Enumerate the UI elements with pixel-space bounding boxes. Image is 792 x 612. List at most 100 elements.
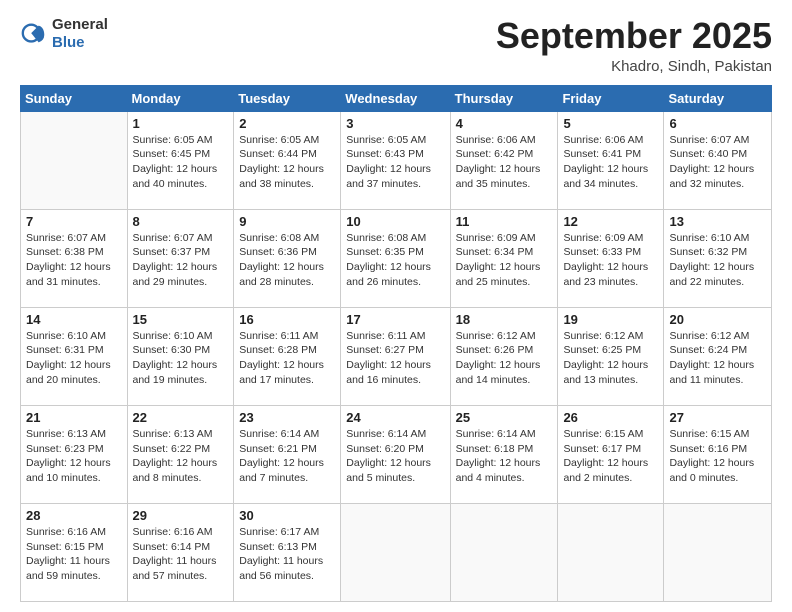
table-row: [341, 503, 450, 601]
table-row: 1Sunrise: 6:05 AM Sunset: 6:45 PM Daylig…: [127, 111, 234, 209]
table-row: [664, 503, 772, 601]
table-row: 15Sunrise: 6:10 AM Sunset: 6:30 PM Dayli…: [127, 307, 234, 405]
day-number: 9: [239, 214, 335, 229]
day-number: 2: [239, 116, 335, 131]
calendar-header-row: Sunday Monday Tuesday Wednesday Thursday…: [21, 85, 772, 111]
day-info: Sunrise: 6:14 AM Sunset: 6:20 PM Dayligh…: [346, 427, 444, 486]
table-row: 19 Sunrise: 6:12 AM Sunset: 6:25 PM Dayli…: [558, 307, 664, 405]
table-row: 28Sunrise: 6:16 AM Sunset: 6:15 PM Dayli…: [21, 503, 128, 601]
day-info: Sunrise: 6:12 AM Sunset: 6:26 PM Dayligh…: [456, 329, 553, 388]
table-row: 18 Sunrise: 6:12 AM Sunset: 6:26 PM Dayli…: [450, 307, 558, 405]
day-info: Sunrise: 6:10 AM Sunset: 6:32 PM Dayligh…: [669, 231, 766, 290]
table-row: 23Sunrise: 6:14 AM Sunset: 6:21 PM Dayli…: [234, 405, 341, 503]
table-row: 8 Sunrise: 6:07 AM Sunset: 6:37 PM Daylig…: [127, 209, 234, 307]
day-info: Sunrise: 6:12 AM Sunset: 6:25 PM Dayligh…: [563, 329, 658, 388]
table-row: [21, 111, 128, 209]
day-number: 7: [26, 214, 122, 229]
day-number: 24: [346, 410, 444, 425]
table-row: 27Sunrise: 6:15 AM Sunset: 6:16 PM Dayli…: [664, 405, 772, 503]
day-number: 22: [133, 410, 229, 425]
day-info: Sunrise: 6:08 AM Sunset: 6:35 PM Dayligh…: [346, 231, 444, 290]
logo-general: General: [52, 16, 108, 33]
col-wednesday: Wednesday: [341, 85, 450, 111]
day-info: Sunrise: 6:10 AM Sunset: 6:31 PM Dayligh…: [26, 329, 122, 388]
table-row: 20Sunrise: 6:12 AM Sunset: 6:24 PM Dayli…: [664, 307, 772, 405]
table-row: 17Sunrise: 6:11 AM Sunset: 6:27 PM Dayli…: [341, 307, 450, 405]
day-info: Sunrise: 6:16 AM Sunset: 6:15 PM Dayligh…: [26, 525, 122, 584]
day-number: 5: [563, 116, 658, 131]
day-info: Sunrise: 6:16 AM Sunset: 6:14 PM Dayligh…: [133, 525, 229, 584]
col-tuesday: Tuesday: [234, 85, 341, 111]
day-number: 25: [456, 410, 553, 425]
col-thursday: Thursday: [450, 85, 558, 111]
day-number: 8: [133, 214, 229, 229]
table-row: 16 Sunrise: 6:11 AM Sunset: 6:28 PM Dayli…: [234, 307, 341, 405]
col-sunday: Sunday: [21, 85, 128, 111]
day-info: Sunrise: 6:06 AM Sunset: 6:42 PM Dayligh…: [456, 133, 553, 192]
day-info: Sunrise: 6:12 AM Sunset: 6:24 PM Dayligh…: [669, 329, 766, 388]
day-number: 27: [669, 410, 766, 425]
day-info: Sunrise: 6:13 AM Sunset: 6:22 PM Dayligh…: [133, 427, 229, 486]
table-row: 11 Sunrise: 6:09 AM Sunset: 6:34 PM Dayli…: [450, 209, 558, 307]
logo-icon: [20, 20, 48, 48]
day-number: 3: [346, 116, 444, 131]
table-row: 29 Sunrise: 6:16 AM Sunset: 6:14 PM Dayli…: [127, 503, 234, 601]
day-number: 11: [456, 214, 553, 229]
day-info: Sunrise: 6:06 AM Sunset: 6:41 PM Dayligh…: [563, 133, 658, 192]
day-info: Sunrise: 6:17 AM Sunset: 6:13 PM Dayligh…: [239, 525, 335, 584]
day-number: 14: [26, 312, 122, 327]
header: General Blue September 2025 Khadro, Sind…: [20, 16, 772, 75]
table-row: 26Sunrise: 6:15 AM Sunset: 6:17 PM Dayli…: [558, 405, 664, 503]
day-number: 18: [456, 312, 553, 327]
table-row: 9 Sunrise: 6:08 AM Sunset: 6:36 PM Daylig…: [234, 209, 341, 307]
day-number: 16: [239, 312, 335, 327]
day-number: 12: [563, 214, 658, 229]
day-number: 19: [563, 312, 658, 327]
day-number: 6: [669, 116, 766, 131]
month-title: September 2025: [496, 16, 772, 56]
day-number: 30: [239, 508, 335, 523]
location: Khadro, Sindh, Pakistan: [496, 58, 772, 75]
table-row: 13 Sunrise: 6:10 AM Sunset: 6:32 PM Dayli…: [664, 209, 772, 307]
day-info: Sunrise: 6:05 AM Sunset: 6:43 PM Dayligh…: [346, 133, 444, 192]
day-number: 4: [456, 116, 553, 131]
day-info: Sunrise: 6:11 AM Sunset: 6:27 PM Dayligh…: [346, 329, 444, 388]
table-row: 25 Sunrise: 6:14 AM Sunset: 6:18 PM Dayli…: [450, 405, 558, 503]
table-row: 5 Sunrise: 6:06 AM Sunset: 6:41 PM Daylig…: [558, 111, 664, 209]
table-row: 10 Sunrise: 6:08 AM Sunset: 6:35 PM Dayli…: [341, 209, 450, 307]
day-number: 1: [133, 116, 229, 131]
day-info: Sunrise: 6:07 AM Sunset: 6:40 PM Dayligh…: [669, 133, 766, 192]
day-info: Sunrise: 6:11 AM Sunset: 6:28 PM Dayligh…: [239, 329, 335, 388]
title-block: September 2025 Khadro, Sindh, Pakistan: [496, 16, 772, 75]
day-info: Sunrise: 6:14 AM Sunset: 6:21 PM Dayligh…: [239, 427, 335, 486]
table-row: [558, 503, 664, 601]
day-info: Sunrise: 6:13 AM Sunset: 6:23 PM Dayligh…: [26, 427, 122, 486]
col-monday: Monday: [127, 85, 234, 111]
day-number: 21: [26, 410, 122, 425]
table-row: 3 Sunrise: 6:05 AM Sunset: 6:43 PM Daylig…: [341, 111, 450, 209]
table-row: 4 Sunrise: 6:06 AM Sunset: 6:42 PM Daylig…: [450, 111, 558, 209]
page: General Blue September 2025 Khadro, Sind…: [0, 0, 792, 612]
logo-text: General Blue: [52, 16, 108, 52]
table-row: 24 Sunrise: 6:14 AM Sunset: 6:20 PM Dayli…: [341, 405, 450, 503]
day-number: 10: [346, 214, 444, 229]
day-info: Sunrise: 6:10 AM Sunset: 6:30 PM Dayligh…: [133, 329, 229, 388]
table-row: 21 Sunrise: 6:13 AM Sunset: 6:23 PM Dayli…: [21, 405, 128, 503]
table-row: 30 Sunrise: 6:17 AM Sunset: 6:13 PM Dayli…: [234, 503, 341, 601]
day-info: Sunrise: 6:05 AM Sunset: 6:44 PM Dayligh…: [239, 133, 335, 192]
table-row: 14 Sunrise: 6:10 AM Sunset: 6:31 PM Dayli…: [21, 307, 128, 405]
day-number: 26: [563, 410, 658, 425]
table-row: 7 Sunrise: 6:07 AM Sunset: 6:38 PM Daylig…: [21, 209, 128, 307]
table-row: [450, 503, 558, 601]
day-info: Sunrise: 6:07 AM Sunset: 6:37 PM Dayligh…: [133, 231, 229, 290]
table-row: 22 Sunrise: 6:13 AM Sunset: 6:22 PM Dayli…: [127, 405, 234, 503]
day-info: Sunrise: 6:07 AM Sunset: 6:38 PM Dayligh…: [26, 231, 122, 290]
day-info: Sunrise: 6:08 AM Sunset: 6:36 PM Dayligh…: [239, 231, 335, 290]
day-number: 29: [133, 508, 229, 523]
day-info: Sunrise: 6:14 AM Sunset: 6:18 PM Dayligh…: [456, 427, 553, 486]
calendar-table: Sunday Monday Tuesday Wednesday Thursday…: [20, 85, 772, 602]
table-row: 6 Sunrise: 6:07 AM Sunset: 6:40 PM Daylig…: [664, 111, 772, 209]
day-info: Sunrise: 6:09 AM Sunset: 6:34 PM Dayligh…: [456, 231, 553, 290]
day-number: 13: [669, 214, 766, 229]
col-saturday: Saturday: [664, 85, 772, 111]
